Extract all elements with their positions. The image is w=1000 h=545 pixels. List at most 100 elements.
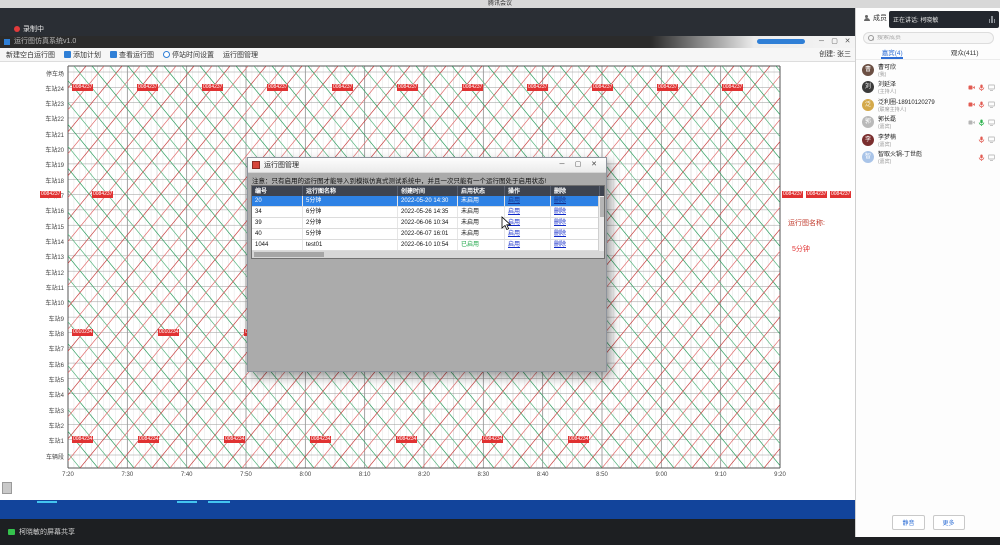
station-label: 车站20 [32,145,64,154]
avatar: 李 [862,134,874,146]
toolbar-item-label: 查看运行图 [119,50,154,60]
toolbar-item-2[interactable]: 查看运行图 [110,50,154,60]
table-cell: 2022-05-26 14:35 [398,207,458,217]
toolbar-item-0[interactable]: 新建空白运行图 [6,50,55,60]
audio-wave-icon [989,16,996,23]
member-tab-1[interactable]: 观众(411) [929,47,1000,59]
mic-off-icon[interactable] [978,101,985,108]
member-row[interactable]: 李李梦楠(嘉宾) [856,131,1000,149]
mic-off-icon[interactable] [978,136,985,143]
delete-link[interactable]: 删除 [554,220,566,226]
dialog-note: 注意：只有启用的运行图才能导入到模拟仿真式测试系统中，并且一次只能有一个运行图处… [252,175,604,185]
delete-link[interactable]: 删除 [554,242,566,248]
member-row[interactable]: 泛泛利圈-18910120279(联席主持人) [856,96,1000,114]
table-cell: test01 [303,240,398,250]
station-label: 车站13 [32,252,64,261]
member-row[interactable]: 智智取火锅-丁世彪(嘉宾) [856,149,1000,167]
member-tabs: 嘉宾(4)观众(411) [856,47,1000,60]
titlebar-scroll-pill[interactable] [757,39,805,44]
corner-doc-icon[interactable] [2,482,12,494]
table-cell: 5分钟 [303,196,398,206]
member-texts: 李梦楠(嘉宾) [878,132,974,148]
toolbar-item-label: 新建空白运行图 [6,50,55,60]
mic-off-icon[interactable] [978,84,985,91]
app-minimize-icon[interactable]: ─ [815,36,828,48]
member-status-icons [968,84,995,91]
toolbar-item-3[interactable]: 停站时间设置 [163,50,214,60]
mic-on-icon[interactable] [978,119,985,126]
station-label: 车站15 [32,222,64,231]
station-label: 车站8 [32,329,64,338]
train-number-badge: 0084237 [657,84,678,91]
member-row[interactable]: 曹曹可欣(我) [856,61,1000,79]
scrollbar-thumb[interactable] [254,252,324,257]
table-vertical-scrollbar[interactable] [598,196,604,251]
table-header-row: 编号运行图名称创建时间启用状态操作删除 [252,186,604,196]
table-row[interactable]: 405分钟2022-06-07 16:01未启用启用删除 [252,229,604,240]
sidebar-footer: 静音 更多 [856,515,1000,530]
table-row[interactable]: 392分钟2022-06-06 10:34未启用启用删除 [252,218,604,229]
train-number-badge: 0084237 [267,84,288,91]
time-tick-label: 8:30 [472,472,494,478]
member-row[interactable]: 刘刘延泽(主持人) [856,79,1000,97]
mic-off-icon[interactable] [978,154,985,161]
delete-link[interactable]: 删除 [554,209,566,215]
member-name: 泛利圈-18910120279 [878,97,964,106]
taskbar-app-indicator[interactable] [208,501,230,503]
creator-label: 创建: 张三 [819,48,851,62]
app-maximize-icon[interactable]: ▢ [828,36,841,48]
dialog-close-icon[interactable]: ✕ [586,158,602,172]
enable-link[interactable]: 启用 [508,242,520,248]
station-label: 车站14 [32,237,64,246]
toolbar-item-1[interactable]: 添加计划 [64,50,101,60]
camera-off-icon[interactable] [968,101,975,108]
more-button[interactable]: 更多 [933,515,965,530]
train-number-badge: 0084237 [782,191,803,198]
table-row[interactable]: 1044test012022-06-10 10:54已启用启用删除 [252,240,604,251]
table-row[interactable]: 346分钟2022-05-26 14:35未启用启用删除 [252,207,604,218]
table-horizontal-scrollbar[interactable] [252,251,604,258]
member-role: (嘉宾) [878,141,974,148]
mute-button[interactable]: 静音 [892,515,924,530]
app-close-icon[interactable]: ✕ [841,36,854,48]
taskbar-app-indicator[interactable] [37,501,57,503]
screen-share-icon[interactable] [988,84,995,91]
toolbar-item-4[interactable]: 运行图管理 [223,50,258,60]
dialog-maximize-icon[interactable]: ▢ [570,158,586,172]
time-tick-label: 7:50 [235,472,257,478]
delete-link[interactable]: 删除 [554,198,566,204]
member-tab-0[interactable]: 嘉宾(4) [856,47,929,59]
table-cell: 2022-05-20 14:30 [398,196,458,206]
meeting-titlebar: 腾讯会议 [0,0,1000,8]
enable-link[interactable]: 启用 [508,209,520,215]
time-tick-label: 9:20 [769,472,791,478]
camera-icon[interactable] [968,119,975,126]
dialog-titlebar[interactable]: 运行图管理 ─ ▢ ✕ [248,158,606,173]
camera-off-icon[interactable] [968,84,975,91]
diagram-manager-dialog: 运行图管理 ─ ▢ ✕ 注意：只有启用的运行图才能导入到模拟仿真式测试系统中，并… [247,157,607,372]
taskbar-app-indicator[interactable] [177,501,197,503]
enable-link[interactable]: 启用 [508,198,520,204]
column-header: 运行图名称 [303,186,398,196]
table-row[interactable]: 205分钟2022-05-20 14:30未启用启用删除 [252,196,604,207]
screen-share-icon[interactable] [988,136,995,143]
member-name: 曹可欣 [878,62,991,71]
dialog-minimize-icon[interactable]: ─ [554,158,570,172]
screen-share-icon[interactable] [988,154,995,161]
member-row[interactable]: 郭郭长磊(嘉宾) [856,114,1000,132]
member-texts: 泛利圈-18910120279(联席主持人) [878,97,964,113]
tool-icon [110,51,117,58]
search-input[interactable] [877,35,989,41]
delete-link[interactable]: 删除 [554,231,566,237]
screen-share-icon[interactable] [988,101,995,108]
member-name: 智取火锅-丁世彪 [878,149,974,158]
screen-share-icon[interactable] [988,119,995,126]
member-status-icons [968,119,995,126]
time-tick-label: 8:40 [532,472,554,478]
station-label: 车站6 [32,360,64,369]
station-label: 车站22 [32,114,64,123]
enable-link[interactable]: 启用 [508,231,520,237]
windows-taskbar[interactable] [0,500,855,519]
column-header: 启用状态 [458,186,505,196]
member-search[interactable] [863,32,994,44]
